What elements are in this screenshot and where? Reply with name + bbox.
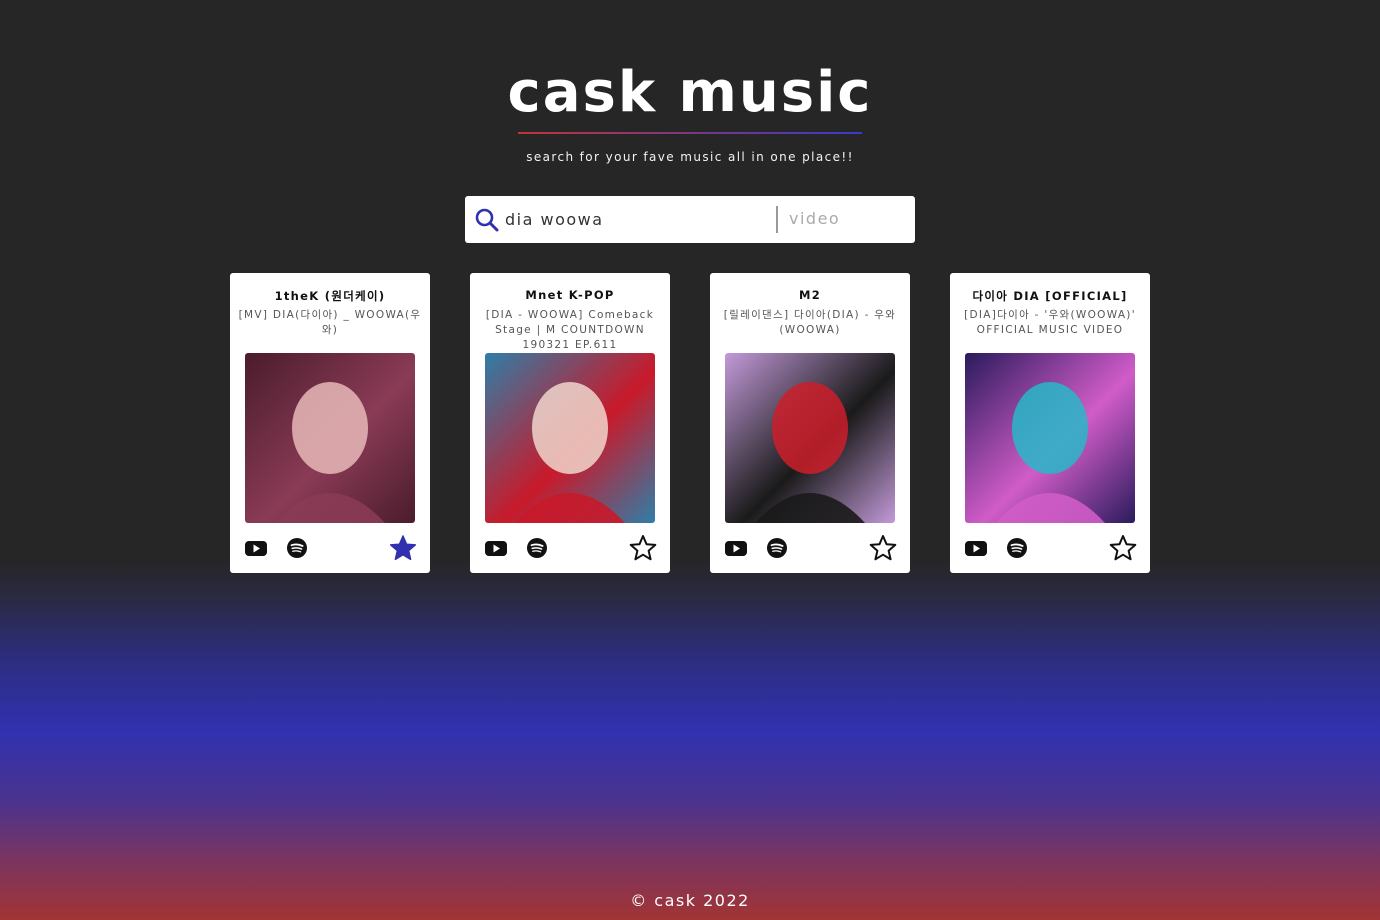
- title-underline: [518, 132, 862, 134]
- search-bar: video: [465, 196, 915, 243]
- result-card: Mnet K-POP [DIA - WOOWA] Comeback Stage |…: [470, 273, 670, 573]
- spotify-icon[interactable]: [527, 538, 547, 558]
- card-video-title: [릴레이댄스] 다이아(DIA) - 우와(WOOWA): [723, 309, 897, 336]
- card-video-title: [MV] DIA(다이아) _ WOOWA(우와): [238, 309, 422, 336]
- youtube-icon[interactable]: [965, 538, 987, 558]
- favorite-star-icon[interactable]: [869, 534, 897, 562]
- video-thumbnail[interactable]: [965, 353, 1135, 523]
- favorite-star-icon[interactable]: [389, 534, 417, 562]
- spotify-icon[interactable]: [767, 538, 787, 558]
- result-card: 1theK (원더케이) [MV] DIA(다이아) _ WOOWA(우와): [230, 273, 430, 573]
- card-channel-name: Mnet K-POP: [525, 288, 615, 302]
- site-subtitle: search for your fave music all in one pl…: [526, 150, 854, 164]
- search-icon[interactable]: [474, 207, 500, 233]
- favorite-star-icon[interactable]: [1109, 534, 1137, 562]
- footer-copyright: © cask 2022: [630, 891, 750, 910]
- youtube-icon[interactable]: [245, 538, 267, 558]
- card-channel-name: 다이아 DIA [OFFICIAL]: [972, 289, 1128, 303]
- spotify-icon[interactable]: [287, 538, 307, 558]
- search-divider: [776, 206, 778, 233]
- card-channel-name: 1theK (원더케이): [274, 289, 386, 303]
- video-thumbnail[interactable]: [725, 353, 895, 523]
- card-video-title: [DIA]다이아 - '우와(WOOWA)' OFFICIAL MUSIC VI…: [964, 309, 1136, 336]
- search-type-select[interactable]: video: [789, 204, 899, 234]
- youtube-icon[interactable]: [485, 538, 507, 558]
- site-header: cask music search for your fave music al…: [0, 58, 1380, 164]
- video-thumbnail[interactable]: [245, 353, 415, 523]
- card-video-title: [DIA - WOOWA] Comeback Stage | M COUNTDO…: [485, 309, 655, 351]
- card-channel-name: M2: [798, 288, 822, 302]
- search-input[interactable]: [505, 204, 765, 234]
- video-thumbnail[interactable]: [485, 353, 655, 523]
- favorite-star-icon[interactable]: [629, 534, 657, 562]
- spotify-icon[interactable]: [1007, 538, 1027, 558]
- site-title: cask music: [507, 60, 873, 125]
- result-card: M2 [릴레이댄스] 다이아(DIA) - 우와(WOOWA): [710, 273, 910, 573]
- youtube-icon[interactable]: [725, 538, 747, 558]
- result-card: 다이아 DIA [OFFICIAL] [DIA]다이아 - '우와(WOOWA)'…: [950, 273, 1150, 573]
